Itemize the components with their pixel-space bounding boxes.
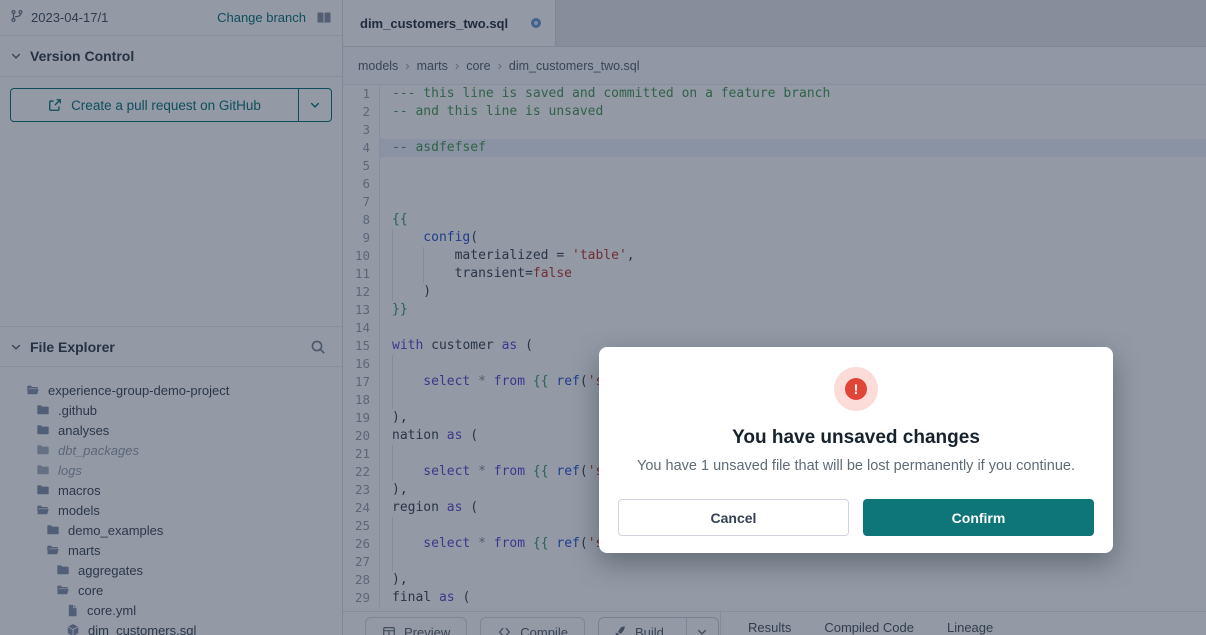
modal-body: You have 1 unsaved file that will be los… bbox=[637, 458, 1075, 474]
unsaved-changes-modal: ! You have unsaved changes You have 1 un… bbox=[599, 347, 1113, 553]
error-icon: ! bbox=[834, 367, 878, 411]
modal-title: You have unsaved changes bbox=[732, 427, 980, 449]
confirm-button[interactable]: Confirm bbox=[863, 499, 1094, 536]
cancel-button[interactable]: Cancel bbox=[618, 499, 849, 536]
